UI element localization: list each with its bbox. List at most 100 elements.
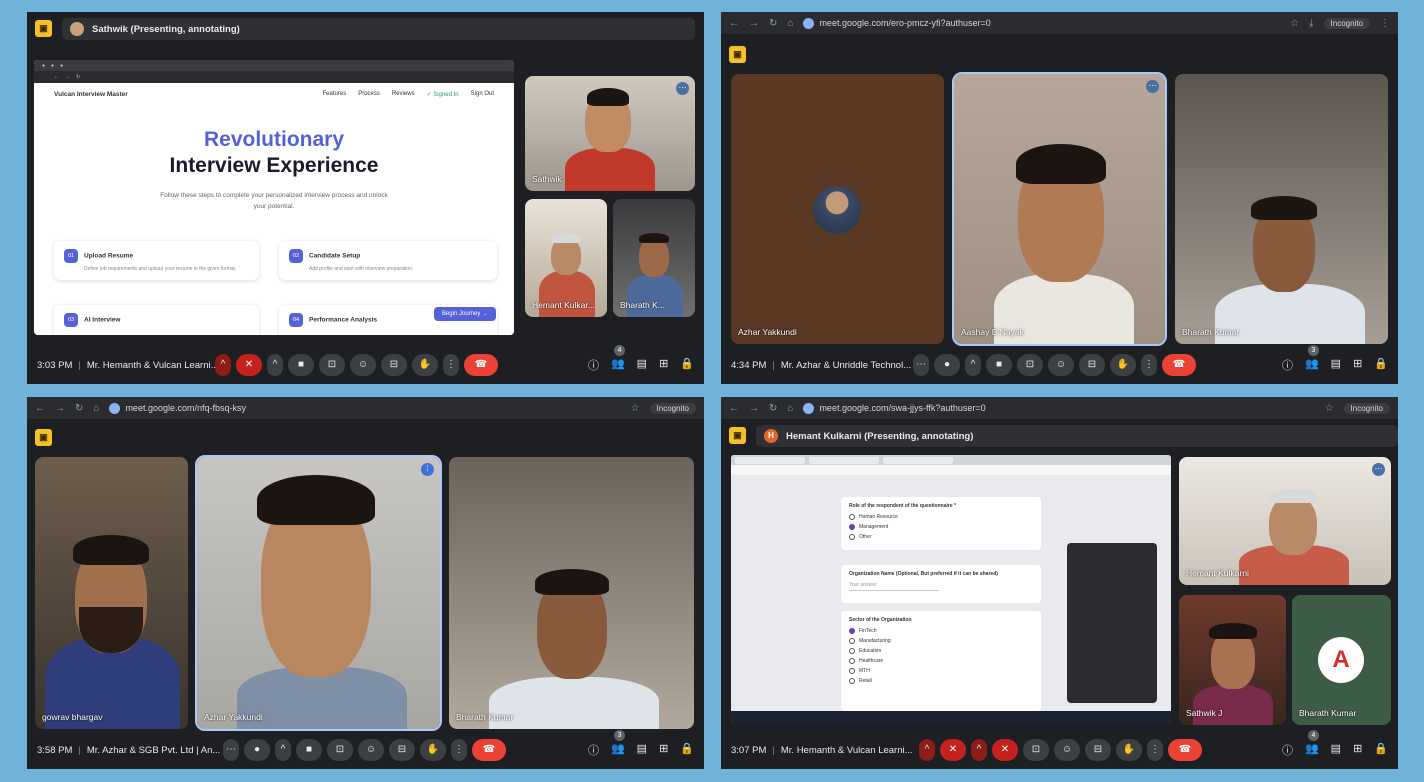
raise-hand-icon[interactable]: ✋ xyxy=(420,739,446,761)
download-icon[interactable]: ⤓ xyxy=(1309,18,1313,29)
info-icon[interactable]: ⓘ xyxy=(1282,742,1293,758)
camera-icon[interactable]: ■ xyxy=(296,739,322,761)
present-icon[interactable]: ⊡ xyxy=(327,739,353,761)
incognito-badge[interactable]: Incognito xyxy=(1343,402,1390,414)
captions-icon[interactable]: ⊟ xyxy=(1085,739,1111,761)
radio-option[interactable]: FinTech xyxy=(849,628,1033,634)
chevron-up-icon[interactable]: ^ xyxy=(965,354,981,376)
radio-icon[interactable] xyxy=(849,678,855,684)
people-icon[interactable]: 👥 4 xyxy=(1305,730,1319,758)
meeting-title[interactable]: Mr. Hemanth & Vulcan Learni... xyxy=(781,745,913,756)
camera-icon[interactable]: ■ xyxy=(986,354,1012,376)
lock-icon[interactable]: 🔒 xyxy=(680,357,694,373)
end-call-button[interactable]: ☎ xyxy=(472,739,506,761)
people-icon[interactable]: 👥 4 xyxy=(611,345,625,373)
info-icon[interactable]: ⓘ xyxy=(1282,357,1293,373)
participant-tile[interactable]: ⋯ Aashay B Nayak xyxy=(952,72,1167,346)
meeting-title[interactable]: Mr. Hemanth & Vulcan Learni... xyxy=(87,360,219,371)
star-icon[interactable]: ☆ xyxy=(631,403,640,414)
end-call-button[interactable]: ☎ xyxy=(1162,354,1196,376)
participant-tile[interactable]: A Bharath Kumar xyxy=(1292,595,1391,725)
incognito-badge[interactable]: Incognito xyxy=(1323,17,1370,29)
lock-icon[interactable]: 🔒 xyxy=(680,742,694,758)
forward-icon[interactable]: → xyxy=(749,403,759,414)
forward-icon[interactable]: → xyxy=(55,403,65,414)
reload-icon[interactable]: ↻ xyxy=(769,18,777,29)
radio-icon[interactable] xyxy=(849,638,855,644)
present-icon[interactable]: ⊡ xyxy=(319,354,345,376)
mic-off-icon[interactable]: ✕ xyxy=(236,354,262,376)
step-card-2[interactable]: 02 Candidate Setup Add profile and start … xyxy=(279,241,497,280)
meeting-title[interactable]: Mr. Azhar & SGB Pvt. Ltd | An... xyxy=(87,745,220,756)
lock-icon[interactable]: 🔒 xyxy=(1374,357,1388,373)
radio-icon[interactable] xyxy=(849,534,855,540)
back-icon[interactable]: ← xyxy=(35,403,45,414)
meeting-title[interactable]: Mr. Azhar & Unriddle Technol... xyxy=(781,360,911,371)
emoji-icon[interactable]: ☺ xyxy=(1048,354,1074,376)
radio-option[interactable]: Management xyxy=(849,524,1033,530)
forward-icon[interactable]: → xyxy=(749,18,759,29)
radio-icon[interactable] xyxy=(849,628,855,634)
begin-journey-button[interactable]: Begin Journey → xyxy=(433,307,496,321)
site-link-features[interactable]: Features xyxy=(323,91,347,98)
radio-icon[interactable] xyxy=(849,658,855,664)
back-icon[interactable]: ← xyxy=(729,403,739,414)
radio-option[interactable]: Healthcare xyxy=(849,658,1033,664)
raise-hand-icon[interactable]: ✋ xyxy=(1116,739,1142,761)
captions-icon[interactable]: ⊟ xyxy=(381,354,407,376)
radio-option[interactable]: MTH xyxy=(849,668,1033,674)
radio-icon[interactable] xyxy=(849,668,855,674)
chat-icon[interactable]: ▤ xyxy=(637,742,647,758)
radio-icon[interactable] xyxy=(849,514,855,520)
more-options-icon[interactable]: ⋯ xyxy=(913,354,929,376)
info-icon[interactable]: ⓘ xyxy=(588,357,599,373)
reload-icon[interactable]: ↻ xyxy=(75,403,83,414)
more-options-icon[interactable]: ⋯ xyxy=(676,82,689,95)
chevron-up-icon[interactable]: ^ xyxy=(919,739,935,761)
present-icon[interactable]: ⊡ xyxy=(1023,739,1049,761)
more-options-icon[interactable]: ⋮ xyxy=(443,354,459,376)
presenting-banner[interactable]: H Hemant Kulkarni (Presenting, annotatin… xyxy=(756,425,1398,447)
back-icon[interactable]: ← xyxy=(729,18,739,29)
participant-tile[interactable]: Bharath K... xyxy=(613,199,695,317)
incognito-badge[interactable]: Incognito xyxy=(649,402,696,414)
end-call-button[interactable]: ☎ xyxy=(464,354,498,376)
chevron-up-icon[interactable]: ^ xyxy=(275,739,291,761)
star-icon[interactable]: ☆ xyxy=(1325,403,1334,414)
chevron-up-icon[interactable]: ^ xyxy=(215,354,231,376)
participant-tile[interactable]: ⋯ Sathwik xyxy=(525,76,695,191)
more-options-icon[interactable]: ⋯ xyxy=(1146,80,1159,93)
camera-off-icon[interactable]: ✕ xyxy=(992,739,1018,761)
end-call-button[interactable]: ☎ xyxy=(1168,739,1202,761)
apps-icon[interactable]: ⊞ xyxy=(1353,357,1362,373)
participant-tile[interactable]: Hemant Kulkar... xyxy=(525,199,607,317)
raise-hand-icon[interactable]: ✋ xyxy=(1110,354,1136,376)
participant-tile[interactable]: ⋯ Hemant Kulkarni xyxy=(1179,457,1391,585)
apps-icon[interactable]: ⊞ xyxy=(659,357,668,373)
raise-hand-icon[interactable]: ✋ xyxy=(412,354,438,376)
people-icon[interactable]: 👥 3 xyxy=(1305,345,1319,373)
chat-icon[interactable]: ▤ xyxy=(637,357,647,373)
home-icon[interactable]: ⌂ xyxy=(787,18,793,29)
mic-off-icon[interactable]: ✕ xyxy=(940,739,966,761)
info-icon[interactable]: ⓘ xyxy=(588,742,599,758)
reload-icon[interactable]: ↻ xyxy=(769,403,777,414)
chevron-up-icon[interactable]: ^ xyxy=(971,739,987,761)
step-card-3[interactable]: 03 AI Interview xyxy=(54,305,259,335)
radio-icon[interactable] xyxy=(849,524,855,530)
org-input[interactable]: Your answer xyxy=(849,582,939,591)
radio-option[interactable]: Education xyxy=(849,648,1033,654)
mic-icon[interactable]: ● xyxy=(244,739,270,761)
participant-tile[interactable]: Sathwik J xyxy=(1179,595,1286,725)
present-icon[interactable]: ⊡ xyxy=(1017,354,1043,376)
menu-icon[interactable]: ⋮ xyxy=(1380,18,1390,29)
apps-icon[interactable]: ⊞ xyxy=(1353,742,1362,758)
home-icon[interactable]: ⌂ xyxy=(93,403,99,414)
chat-icon[interactable]: ▤ xyxy=(1331,357,1341,373)
url-text[interactable]: meet.google.com/swa-jjys-ffk?authuser=0 xyxy=(819,403,985,413)
captions-icon[interactable]: ⊟ xyxy=(1079,354,1105,376)
mic-icon[interactable]: ● xyxy=(934,354,960,376)
url-text[interactable]: meet.google.com/nfq-fbsq-ksy xyxy=(125,403,246,413)
more-options-icon[interactable]: ⋮ xyxy=(1141,354,1157,376)
url-text[interactable]: meet.google.com/ero-pmcz-yfi?authuser=0 xyxy=(819,18,990,28)
